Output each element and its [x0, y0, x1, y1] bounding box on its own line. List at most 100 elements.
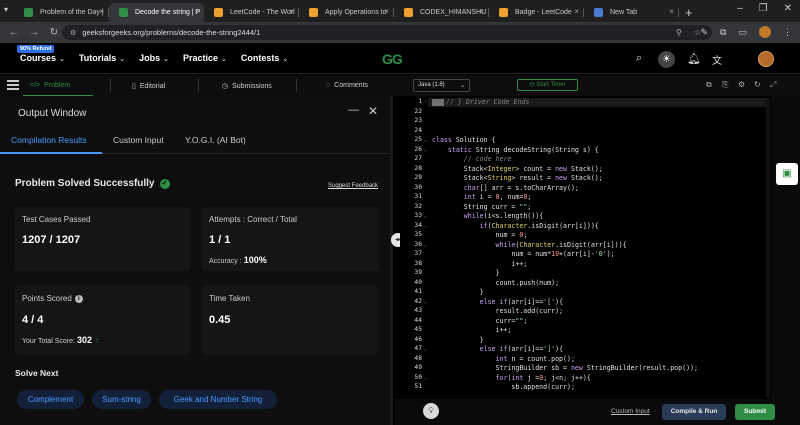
refresh-icon[interactable]: ↻: [754, 80, 761, 89]
code-line[interactable]: num = num*10+(arr[i]-'0');: [432, 250, 614, 258]
code-line[interactable]: else if(arr[i]=='['){: [432, 298, 563, 306]
reset-icon[interactable]: ⎘: [722, 80, 728, 90]
lightbulb-icon[interactable]: 💡︎: [423, 403, 439, 419]
address-bar[interactable]: ⚙ geeksforgeeks.org/problems/decode-the-…: [62, 25, 712, 40]
tab-close-icon[interactable]: ×: [289, 7, 294, 16]
tab-comments[interactable]: ◌ Comments: [326, 82, 368, 89]
puzzle-icon[interactable]: ⧉: [720, 27, 726, 38]
tab-close-icon[interactable]: ×: [194, 7, 199, 16]
fullscreen-icon[interactable]: ⤢: [770, 80, 776, 90]
editor-scrollbar[interactable]: [766, 98, 770, 398]
bell-icon[interactable]: 🔔︎: [687, 52, 701, 65]
code-line[interactable]: for(int j =0; j<n; j++){: [432, 374, 591, 382]
back-icon[interactable]: ←: [8, 27, 20, 38]
code-line[interactable]: StringBuilder sb = new StringBuilder(res…: [432, 364, 698, 372]
browser-tab[interactable]: CODEX_HIMANSHU ×: [394, 3, 489, 22]
code-line[interactable]: Stack<Integer> count = new Stack();: [432, 165, 603, 173]
user-avatar[interactable]: [758, 51, 774, 67]
tab-search-icon[interactable]: ▾: [4, 5, 8, 14]
code-line[interactable]: static String decodeString(String s) {: [432, 146, 599, 154]
fold-toggle-icon[interactable]: ⌄: [424, 299, 427, 305]
code-line[interactable]: char[] arr = s.toCharArray();: [432, 184, 579, 192]
fold-toggle-icon[interactable]: ›: [424, 99, 427, 105]
browser-tab[interactable]: Problem of the Day | ×: [14, 3, 109, 22]
info-icon[interactable]: i: [74, 294, 83, 303]
tab-close-icon[interactable]: ×: [574, 7, 579, 16]
menu-item[interactable]: Tutorials ⌄: [79, 53, 125, 63]
code-line[interactable]: sb.append(curr);: [432, 383, 575, 391]
code-line[interactable]: else if(arr[i]==']'){: [432, 345, 563, 353]
tab-problem[interactable]: </> Problem: [30, 82, 70, 89]
restore-icon[interactable]: ❐: [759, 3, 768, 14]
solve-next-chip[interactable]: Sum-string: [92, 390, 151, 409]
code-line[interactable]: num = 0;: [432, 231, 528, 239]
code-line[interactable]: while(Character.isDigit(arr[i])){: [432, 241, 627, 249]
code-line[interactable]: Stack<String> result = new Stack();: [432, 174, 603, 182]
suggest-feedback-link[interactable]: Suggest Feedback: [328, 183, 378, 189]
custom-input-link[interactable]: Custom Input: [611, 408, 650, 415]
code-line[interactable]: int i = 0, num=0;: [432, 193, 532, 201]
fold-toggle-icon[interactable]: ⌄: [424, 375, 427, 381]
code-line[interactable]: i++;: [432, 260, 527, 268]
tab-compilation-results[interactable]: Compilation Results: [11, 135, 87, 145]
browser-tab[interactable]: Apply Operations to ×: [299, 3, 394, 22]
tab-custom-input[interactable]: Custom Input: [113, 135, 164, 145]
browser-tab[interactable]: New Tab ×: [584, 3, 679, 22]
code-line[interactable]: }: [432, 269, 500, 277]
code-line[interactable]: String curr = "";: [432, 203, 532, 211]
code-line[interactable]: if(Character.isDigit(arr[i])){: [432, 222, 599, 230]
fold-toggle-icon[interactable]: ⌄: [424, 147, 427, 153]
code-line[interactable]: while(i<s.length()){: [432, 212, 543, 220]
fold-toggle-icon[interactable]: ⌄: [424, 213, 427, 219]
code-line[interactable]: int n = count.pop();: [432, 355, 575, 363]
fold-toggle-icon[interactable]: ⌄: [424, 137, 427, 143]
code-line[interactable]: }: [432, 288, 484, 296]
submit-button[interactable]: Submit: [735, 404, 775, 420]
chat-fab-icon[interactable]: ▣: [776, 163, 798, 185]
code-line[interactable]: count.push(num);: [432, 279, 560, 287]
forward-icon[interactable]: →: [28, 27, 40, 38]
language-select[interactable]: Java (1.8) ⌄: [413, 79, 470, 92]
panel-splitter[interactable]: [390, 96, 393, 425]
hamburger-menu-icon[interactable]: [7, 80, 19, 90]
menu-item[interactable]: Courses ⌄: [20, 53, 65, 63]
tab-close-icon[interactable]: ×: [384, 7, 389, 16]
code-line[interactable]: // } Driver Code Ends: [446, 98, 529, 106]
translate-icon[interactable]: 文: [712, 52, 722, 67]
site-info-icon[interactable]: ⚙: [70, 29, 76, 37]
reload-icon[interactable]: ↻: [48, 27, 60, 38]
code-line[interactable]: i++;: [432, 326, 512, 334]
menu-kebab-icon[interactable]: ⋮: [783, 27, 792, 38]
start-timer-button[interactable]: ◷ Start Timer: [517, 79, 578, 91]
browser-tab[interactable]: LeetCode - The Worl ×: [204, 3, 299, 22]
tab-close-icon[interactable]: ×: [669, 7, 674, 16]
solve-next-chip[interactable]: Complement: [17, 390, 84, 409]
folded-code-marker[interactable]: [432, 99, 444, 106]
tab-submissions[interactable]: ◷ Submissions: [222, 82, 272, 91]
tab-editorial[interactable]: ▯ Editorial: [132, 82, 165, 91]
fold-toggle-icon[interactable]: ⌄: [424, 346, 427, 352]
extension-icon[interactable]: ✎: [701, 27, 709, 38]
code-line[interactable]: class Solution {: [432, 136, 496, 144]
code-line[interactable]: result.add(curr);: [432, 307, 564, 315]
tab-close-icon[interactable]: ×: [479, 7, 484, 16]
new-tab-button[interactable]: +: [685, 5, 693, 20]
code-line[interactable]: }: [432, 336, 484, 344]
code-line[interactable]: // code here: [432, 155, 512, 163]
search-icon[interactable]: ⌕: [636, 52, 642, 65]
solve-next-chip[interactable]: Geek and Number String: [159, 390, 277, 409]
copy-icon[interactable]: ⧉: [706, 80, 712, 90]
fold-toggle-icon[interactable]: ⌄: [424, 223, 427, 229]
browser-tab[interactable]: Decode the string | P ×: [109, 3, 204, 22]
fold-toggle-icon[interactable]: ⌄: [424, 242, 427, 248]
browser-tab[interactable]: Badge - LeetCode ×: [489, 3, 584, 22]
menu-item[interactable]: Jobs ⌄: [139, 53, 169, 63]
gfg-logo[interactable]: GG: [382, 51, 403, 67]
theme-toggle-icon[interactable]: ☀: [658, 51, 675, 68]
menu-item[interactable]: Contests ⌄: [241, 53, 288, 63]
minimize-icon[interactable]: –: [737, 3, 743, 14]
close-window-icon[interactable]: ✕: [784, 3, 792, 14]
zoom-icon[interactable]: ⚲: [676, 28, 682, 37]
code-line[interactable]: curr="";: [432, 317, 528, 325]
profile-avatar[interactable]: [759, 26, 771, 38]
